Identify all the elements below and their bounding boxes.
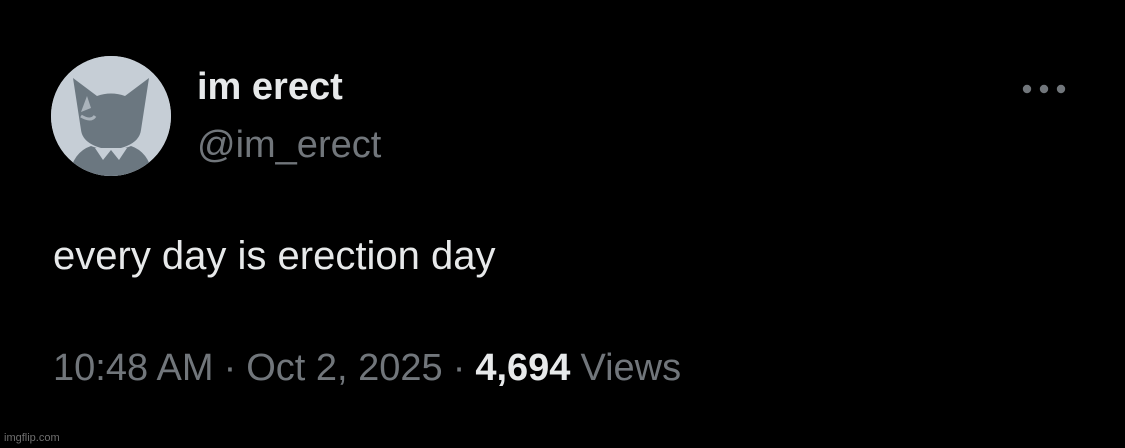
more-options-button[interactable] <box>1016 72 1072 106</box>
imgflip-watermark: imgflip.com <box>4 432 60 444</box>
user-handle[interactable]: @im_erect <box>197 122 381 168</box>
avatar[interactable] <box>51 56 171 176</box>
views-label[interactable]: Views <box>570 347 681 389</box>
fox-silhouette-avatar-icon <box>51 56 171 176</box>
display-name[interactable]: im erect <box>197 64 343 110</box>
tweet-time[interactable]: 10:48 AM <box>53 347 214 389</box>
tweet-meta: 10:48 AM · Oct 2, 2025 · 4,694 Views <box>53 344 681 392</box>
views-count[interactable]: 4,694 <box>475 347 570 389</box>
meta-separator: · <box>452 347 466 389</box>
tweet-date[interactable]: Oct 2, 2025 <box>246 347 442 389</box>
more-options-icon <box>1022 84 1066 94</box>
tweet-card: im erect @im_erect every day is erection… <box>0 0 1125 448</box>
meta-separator: · <box>223 347 237 389</box>
tweet-text: every day is erection day <box>53 234 496 278</box>
